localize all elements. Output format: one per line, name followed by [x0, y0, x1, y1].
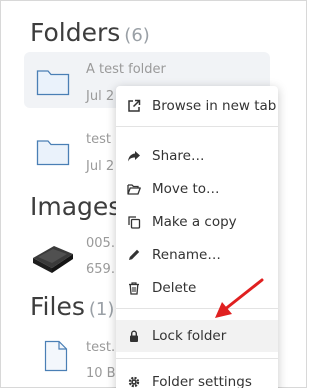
- menu-item-browse-new-tab[interactable]: Browse in new tab: [116, 90, 278, 122]
- menu-item-delete[interactable]: Delete: [116, 272, 278, 304]
- menu-item-folder-settings[interactable]: Folder settings: [116, 366, 278, 388]
- folders-heading: Folders (6): [30, 18, 150, 47]
- folder-name[interactable]: test: [86, 132, 111, 147]
- pencil-icon: [127, 248, 141, 262]
- folder-name[interactable]: A test folder: [86, 62, 166, 77]
- image-name[interactable]: 005.: [86, 236, 115, 251]
- folders-title: Folders: [30, 18, 121, 47]
- menu-label: Delete: [152, 280, 197, 296]
- images-title: Images: [30, 192, 122, 221]
- folders-count: (6): [124, 25, 150, 46]
- menu-label: Rename…: [152, 247, 221, 263]
- external-link-icon: [127, 99, 141, 113]
- menu-divider: [116, 308, 278, 309]
- menu-label: Browse in new tab: [152, 98, 277, 114]
- menu-label: Share…: [152, 148, 205, 164]
- files-heading: Files (1): [30, 292, 114, 321]
- file-name[interactable]: test.: [86, 340, 115, 355]
- menu-item-lock-folder[interactable]: Lock folder: [116, 320, 278, 352]
- file-size: 10 B,: [86, 366, 120, 381]
- image-size: 659.: [86, 262, 115, 277]
- files-count: (1): [88, 299, 115, 320]
- menu-item-make-copy[interactable]: Make a copy: [116, 206, 278, 238]
- trash-icon: [127, 281, 141, 295]
- files-title: Files: [30, 292, 85, 321]
- share-icon: [127, 149, 141, 163]
- context-menu: Browse in new tab Share… Move to… Make a…: [116, 86, 278, 388]
- images-heading: Images: [30, 192, 121, 221]
- folder-open-icon: [127, 182, 141, 196]
- menu-item-share[interactable]: Share…: [116, 140, 278, 172]
- menu-item-move-to[interactable]: Move to…: [116, 173, 278, 205]
- menu-item-rename[interactable]: Rename…: [116, 239, 278, 271]
- image-thumbnail[interactable]: [30, 240, 76, 276]
- menu-label: Make a copy: [152, 214, 237, 230]
- menu-divider: [116, 358, 278, 359]
- menu-label: Folder settings: [152, 374, 252, 388]
- lock-icon: [127, 329, 141, 343]
- file-icon[interactable]: [44, 340, 68, 372]
- menu-divider: [116, 126, 278, 127]
- copy-icon: [127, 215, 141, 229]
- menu-label: Move to…: [152, 181, 220, 197]
- folder-date: Jul 2: [86, 159, 115, 174]
- folder-date: Jul 2: [86, 89, 115, 104]
- folder-icon: [36, 70, 70, 96]
- folder-icon: [36, 140, 70, 166]
- menu-label: Lock folder: [152, 328, 227, 344]
- gear-icon: [127, 375, 141, 388]
